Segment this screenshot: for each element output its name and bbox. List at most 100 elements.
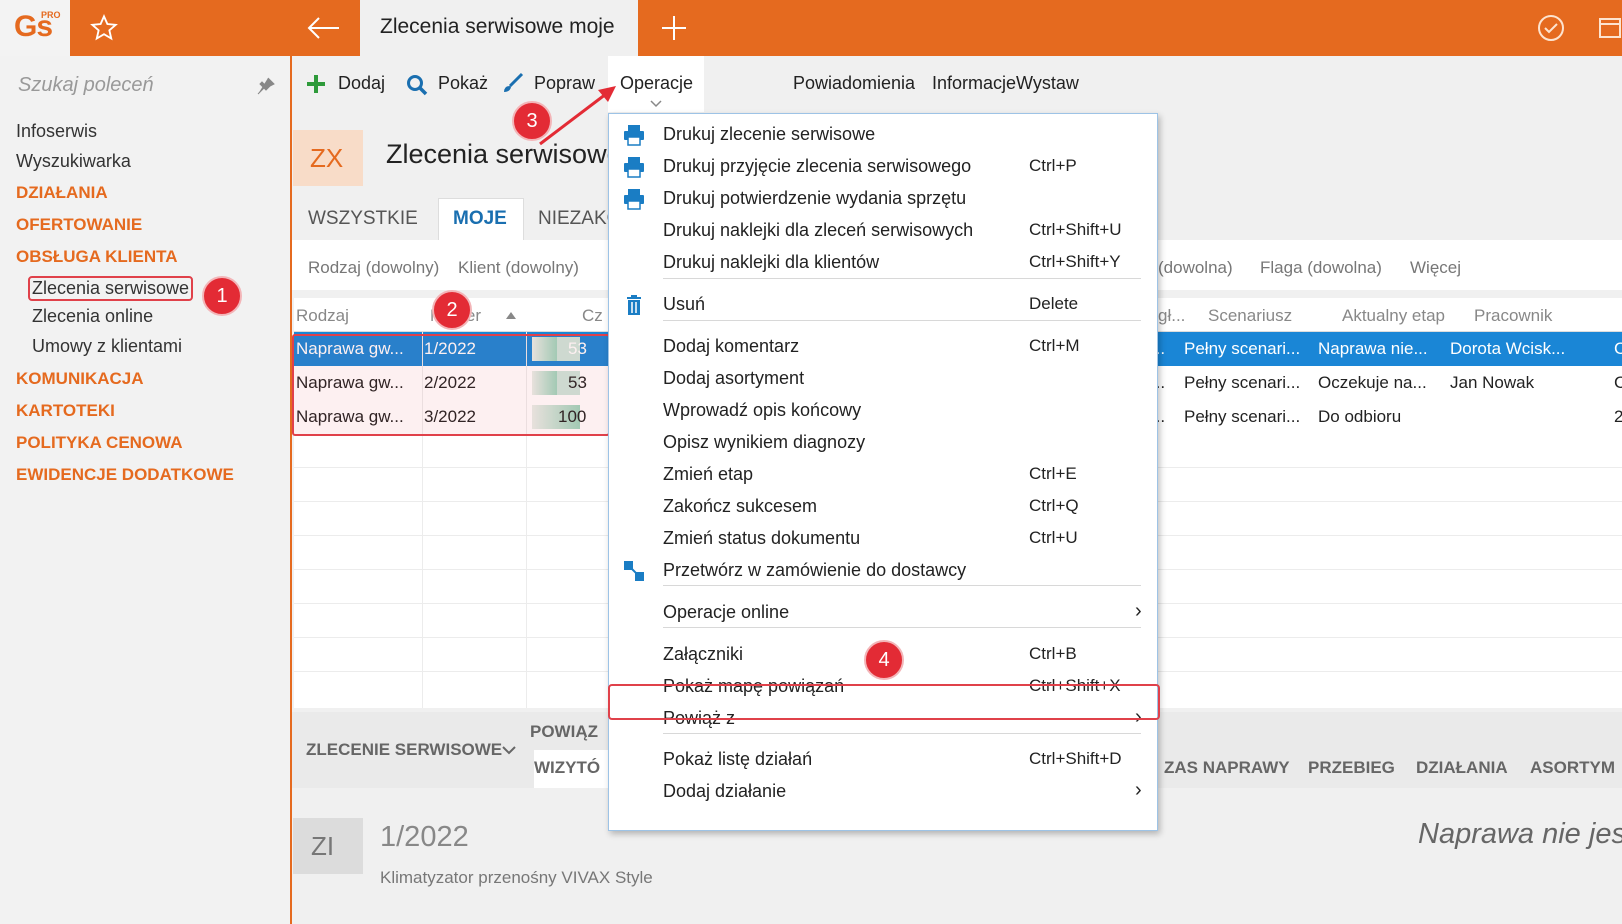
details-tab-wizyty[interactable]: WIZYTÓ	[534, 750, 614, 788]
sidebar-item-infoserwis[interactable]: Infoserwis	[16, 121, 97, 142]
document-badge-text: ZI	[311, 831, 335, 861]
toolbar-wystaw-button[interactable]: Wystaw	[1016, 73, 1079, 94]
menu-item[interactable]: Drukuj potwierdzenie wydania sprzętu	[609, 183, 1157, 215]
printer-icon	[624, 189, 644, 210]
tab-moje-label: MOJE	[453, 208, 507, 229]
menu-item[interactable]: Pokaż listę działań Ctrl+Shift+D	[609, 744, 1157, 776]
tab-wszystkie[interactable]: WSZYSTKIE	[308, 208, 418, 230]
sidebar-section-polityka-cenowa[interactable]: POLITYKA CENOWA	[16, 433, 183, 453]
menu-item-label: Dodaj działanie	[663, 781, 787, 801]
sidebar-section-ewidencje[interactable]: EWIDENCJE DODATKOWE	[16, 465, 234, 485]
menu-item-label: Zakończ sukcesem	[663, 496, 818, 516]
menu-item-label: Dodaj komentarz	[663, 336, 800, 356]
sidebar-section-komunikacja[interactable]: KOMUNIKACJA	[16, 369, 144, 389]
menu-item-shortcut: Ctrl+M	[1029, 336, 1080, 355]
document-number: 1/2022	[380, 821, 469, 853]
column-header-scenariusz[interactable]: Scenariusz	[1208, 306, 1292, 326]
filter-rodzaj[interactable]: Rodzaj (dowolny)	[308, 258, 439, 278]
cell-scenariusz: Pełny scenari...	[1184, 373, 1301, 392]
calendar-icon[interactable]	[1598, 15, 1622, 39]
toolbar-powiadomienia-button[interactable]: Powiadomienia	[793, 73, 915, 94]
column-header-czas[interactable]: Cz	[582, 306, 603, 326]
annotation-arrow	[539, 86, 616, 146]
details-tab-powiazania[interactable]: POWIĄZ	[530, 722, 598, 742]
navigation-sidebar: Szukaj poleceń Infoserwis Wyszukiwarka D…	[0, 56, 292, 924]
menu-item[interactable]: Drukuj naklejki dla zleceń serwisowych Ct…	[609, 215, 1157, 247]
cell-etap: Oczekuje na...	[1318, 373, 1427, 392]
menu-item[interactable]: Zakończ sukcesem Ctrl+Q	[609, 491, 1157, 523]
sidebar-item-umowy[interactable]: Umowy z klientami	[32, 336, 182, 357]
menu-item-label: Przetwórz w zamówienie do dostawcy	[663, 560, 967, 580]
new-tab-plus-icon[interactable]	[660, 14, 688, 42]
sidebar-section-ofertowanie[interactable]: OFERTOWANIE	[16, 215, 142, 235]
menu-item-shortcut: Ctrl+Q	[1029, 496, 1079, 515]
menu-separator	[663, 627, 1141, 628]
column-header-pracownik[interactable]: Pracownik	[1474, 306, 1552, 326]
menu-item[interactable]: Opisz wynikiem diagnozy	[609, 427, 1157, 459]
logo-badge: PRO	[41, 10, 61, 20]
menu-item[interactable]: Wprowadź opis końcowy	[609, 395, 1157, 427]
column-header-zgloszenie[interactable]: gł...	[1158, 306, 1185, 326]
sidebar-section-obsluga-klienta[interactable]: OBSŁUGA KLIENTA	[16, 247, 178, 267]
cell-scenariusz: Pełny scenari...	[1184, 339, 1301, 358]
toolbar-dodaj-button[interactable]: Dodaj	[338, 73, 385, 94]
menu-item[interactable]: Zmień etap Ctrl+E	[609, 459, 1157, 491]
sidebar-item-wyszukiwarka[interactable]: Wyszukiwarka	[16, 151, 131, 172]
document-badge: ZI	[293, 818, 363, 874]
sidebar-section-kartoteki[interactable]: KARTOTEKI	[16, 401, 115, 421]
menu-item-label: Zmień etap	[663, 464, 754, 484]
menu-item[interactable]: Usuń Delete	[609, 289, 1157, 321]
app-logo[interactable]: Gs PRO	[0, 0, 70, 56]
toolbar-informacje-button[interactable]: Informacje	[932, 73, 1016, 94]
menu-item-label: Wprowadź opis końcowy	[663, 400, 862, 420]
sort-ascending-icon	[506, 312, 516, 319]
menu-item-label: Załączniki	[663, 644, 744, 664]
back-arrow-icon[interactable]	[306, 14, 342, 42]
menu-item[interactable]: Przetwórz w zamówienie do dostawcy	[609, 555, 1157, 587]
menu-item-shortcut: Ctrl+B	[1029, 644, 1077, 663]
details-tab-dzialania[interactable]: DZIAŁANIA	[1416, 758, 1508, 778]
toolbar-pokaz-button[interactable]: Pokaż	[438, 73, 488, 94]
menu-item[interactable]: Operacje online ›	[609, 597, 1157, 629]
menu-item[interactable]: Zmień status dokumentu Ctrl+U	[609, 523, 1157, 555]
sidebar-section-dzialania[interactable]: DZIAŁANIA	[16, 183, 108, 203]
command-search-input[interactable]: Szukaj poleceń	[18, 74, 154, 97]
favorite-star-icon[interactable]	[90, 14, 118, 42]
menu-item[interactable]: Drukuj zlecenie serwisowe	[609, 119, 1157, 151]
tasks-check-icon[interactable]	[1536, 13, 1566, 43]
cell-extra: C	[1614, 373, 1622, 392]
menu-separator	[663, 320, 1141, 321]
toolbar-operacje-button[interactable]: Operacje	[608, 56, 704, 114]
details-section-title[interactable]: ZLECENIE SERWISOWE	[306, 740, 502, 760]
menu-item[interactable]: Drukuj przyjęcie zlecenia serwisowego Ctr…	[609, 151, 1157, 183]
highlighted-menu-item-frame	[608, 684, 1160, 720]
menu-item-label: Dodaj asortyment	[663, 368, 805, 388]
menu-item[interactable]: Dodaj asortyment	[609, 363, 1157, 395]
filter-dowolna[interactable]: (dowolna)	[1158, 258, 1233, 278]
sidebar-item-zlecenia-online[interactable]: Zlecenia online	[32, 306, 153, 327]
menu-item-label: Drukuj naklejki dla klientów	[663, 252, 880, 272]
column-header-rodzaj[interactable]: Rodzaj	[296, 306, 349, 326]
filter-wiecej[interactable]: Więcej	[1410, 258, 1461, 278]
menu-item[interactable]: Dodaj komentarz Ctrl+M	[609, 331, 1157, 363]
cell-etap: Do odbioru	[1318, 407, 1402, 426]
top-bar: Gs PRO Zlecenia serwisowe moje	[0, 0, 1622, 56]
column-header-etap[interactable]: Aktualny etap	[1342, 306, 1445, 326]
filter-flaga[interactable]: Flaga (dowolna)	[1260, 258, 1382, 278]
printer-icon	[624, 125, 644, 146]
active-window-tab[interactable]: Zlecenia serwisowe moje	[360, 0, 638, 56]
annotation-badge-4: 4	[864, 640, 904, 680]
sidebar-item-zlecenia-serwisowe[interactable]: Zlecenia serwisowe	[28, 276, 194, 301]
chevron-down-icon[interactable]	[502, 746, 516, 755]
menu-separator	[663, 733, 1141, 734]
menu-item[interactable]: Dodaj działanie ›	[609, 776, 1157, 808]
cell-extra: C	[1614, 339, 1622, 358]
document-subtitle: Klimatyzator przenośny VIVAX Style	[380, 868, 653, 887]
menu-item[interactable]: Drukuj naklejki dla klientów Ctrl+Shift+Y	[609, 247, 1157, 279]
details-tab-czas-naprawy[interactable]: ZAS NAPRAWY	[1164, 758, 1290, 778]
details-tab-asortyment[interactable]: ASORTYM	[1530, 758, 1615, 778]
details-tab-przebieg[interactable]: PRZEBIEG	[1308, 758, 1395, 778]
filter-klient[interactable]: Klient (dowolny)	[458, 258, 579, 278]
pin-icon[interactable]	[256, 76, 276, 96]
tab-moje[interactable]: MOJE	[438, 198, 524, 242]
